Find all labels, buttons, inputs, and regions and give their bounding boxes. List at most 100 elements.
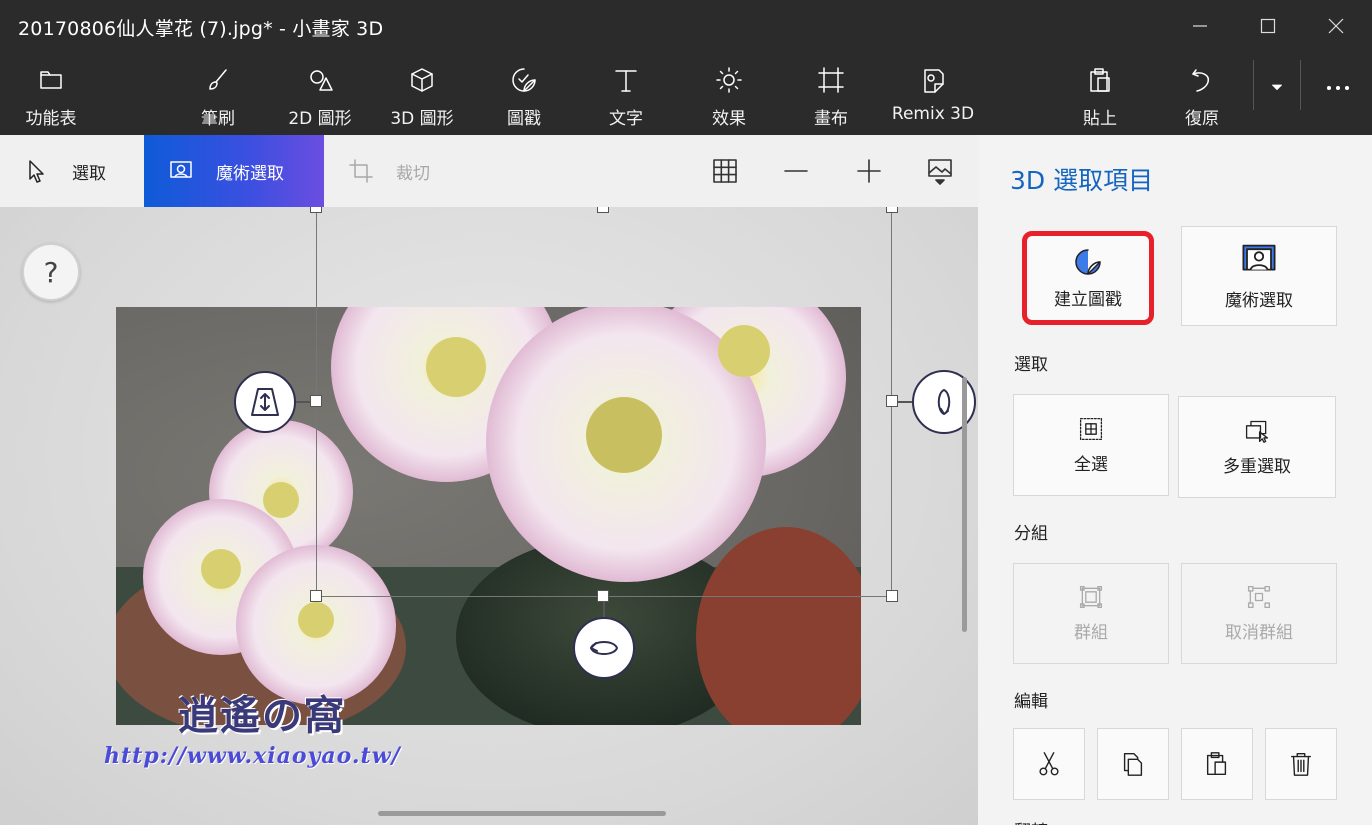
canvas-area[interactable]: ? 逍遙の窩 http://www.xiaoyao.tw/ (0, 207, 978, 825)
resize-handle[interactable] (310, 395, 322, 407)
select-tool[interactable]: 選取 (0, 135, 144, 207)
zoom-out-button[interactable] (778, 153, 814, 189)
shapes2d-tool[interactable]: 2D 圖形 (286, 66, 354, 130)
panel-magic-select-label: 魔術選取 (1225, 290, 1293, 311)
menu-label: 功能表 (25, 109, 77, 129)
more-icon (1326, 85, 1350, 91)
select-all-button[interactable]: 全選 (1013, 394, 1169, 496)
delete-button[interactable] (1265, 728, 1337, 800)
sticker-icon (512, 68, 536, 92)
crop-icon (349, 159, 373, 183)
watermark-title: 逍遙の窩 (178, 692, 346, 739)
remix3d-tool[interactable]: Remix 3D (892, 66, 974, 130)
resize-handle[interactable] (310, 590, 322, 602)
select-label: 選取 (72, 163, 106, 184)
text-tool[interactable]: 文字 (602, 66, 650, 130)
vertical-scrollbar[interactable] (962, 377, 967, 632)
section-edit-label: 編輯 (1014, 692, 1048, 712)
rotate-vertical-icon (937, 389, 951, 415)
remix3d-label: Remix 3D (891, 104, 975, 124)
resize-handle[interactable] (597, 590, 609, 602)
watermark-url: http://www.xiaoyao.tw/ (104, 743, 401, 769)
ungroup-button[interactable]: 取消群組 (1181, 563, 1337, 664)
canvas-label: 畫布 (814, 109, 848, 129)
shapes2d-label: 2D 圖形 (288, 109, 352, 129)
canvas-tool[interactable]: 畫布 (808, 66, 854, 130)
section-group-label: 分組 (1014, 524, 1048, 544)
menu-button[interactable]: 功能表 (22, 66, 80, 130)
shapes3d-tool[interactable]: 3D 圖形 (388, 66, 456, 130)
panel-paste-button[interactable] (1181, 728, 1253, 800)
panel-magic-select-button[interactable]: 魔術選取 (1181, 226, 1337, 326)
canvas-icon (818, 67, 844, 93)
window-title: 20170806仙人掌花 (7).jpg* - 小畫家 3D (18, 18, 384, 40)
minimize-icon (1193, 25, 1207, 27)
zoom-in-button[interactable] (851, 153, 887, 189)
folder-icon (40, 71, 62, 89)
more-button[interactable] (1318, 74, 1358, 138)
trash-icon (1290, 753, 1312, 776)
caret-down-icon (1272, 84, 1282, 91)
resize-handle[interactable] (597, 207, 609, 213)
sun-icon (716, 67, 742, 93)
plus-icon (857, 159, 881, 183)
resize-handle[interactable] (886, 590, 898, 602)
resize-handle[interactable] (310, 207, 322, 213)
horizontal-scrollbar[interactable] (378, 811, 666, 816)
crop-tool[interactable]: 裁切 (324, 135, 454, 207)
magic-select-label: 魔術選取 (216, 163, 284, 184)
cube-icon (411, 68, 433, 92)
history-dropdown[interactable] (1262, 78, 1292, 142)
multi-select-label: 多重選取 (1223, 456, 1291, 477)
text-icon (615, 70, 637, 92)
scissors-icon (1039, 752, 1059, 776)
group-label: 群組 (1074, 623, 1108, 643)
paste-button[interactable]: 貼上 (1076, 66, 1124, 130)
cursor-icon (29, 160, 44, 183)
brush-tool[interactable]: 筆刷 (192, 66, 244, 130)
help-button[interactable]: ? (22, 243, 80, 301)
grid-toggle[interactable] (707, 153, 743, 189)
undo-icon (1192, 69, 1210, 92)
multi-select-button[interactable]: 多重選取 (1178, 396, 1336, 498)
view-options-button[interactable] (922, 153, 958, 189)
toolbar-divider (1253, 60, 1254, 110)
maximize-button[interactable] (1234, 0, 1302, 52)
stickers-tool[interactable]: 圖戳 (500, 66, 548, 130)
selection-toolbar: 選取 魔術選取 裁切 (0, 135, 978, 207)
effects-label: 效果 (712, 109, 746, 129)
select-all-icon (1079, 417, 1103, 440)
group-button[interactable]: 群組 (1013, 563, 1169, 664)
magic-select-tool[interactable]: 魔術選取 (144, 135, 324, 207)
text-label: 文字 (609, 109, 643, 129)
minimize-button[interactable] (1166, 0, 1234, 52)
selection-box[interactable] (316, 207, 892, 597)
select-all-label: 全選 (1074, 454, 1108, 475)
panel-title: 3D 選取項目 (1010, 166, 1154, 195)
brush-label: 筆刷 (201, 109, 235, 129)
crop-label: 裁切 (396, 163, 430, 184)
paste-label: 貼上 (1083, 109, 1117, 129)
toolbar-divider (1300, 60, 1301, 110)
magic-select-icon (1242, 244, 1276, 270)
shapes3d-label: 3D 圖形 (390, 109, 454, 129)
image-view-icon (928, 159, 952, 185)
resize-handle[interactable] (886, 207, 898, 213)
magic-select-icon (170, 161, 192, 178)
undo-label: 復原 (1185, 109, 1219, 129)
group-icon (1079, 585, 1103, 609)
resize-handle[interactable] (886, 395, 898, 407)
effects-tool[interactable]: 效果 (706, 66, 752, 130)
handle-connector (294, 401, 310, 403)
make-sticker-label: 建立圖戳 (1054, 289, 1122, 310)
copy-button[interactable] (1097, 728, 1169, 800)
make-sticker-button[interactable]: 建立圖戳 (1022, 231, 1154, 325)
brush-icon (209, 69, 227, 90)
undo-button[interactable]: 復原 (1178, 66, 1226, 130)
depth-tilt-control[interactable] (234, 371, 296, 433)
close-button[interactable] (1302, 0, 1370, 52)
tilt-icon (251, 388, 279, 416)
rotate-horizontal-icon (590, 641, 618, 655)
rotate-z-control[interactable] (573, 617, 635, 679)
cut-button[interactable] (1013, 728, 1085, 800)
